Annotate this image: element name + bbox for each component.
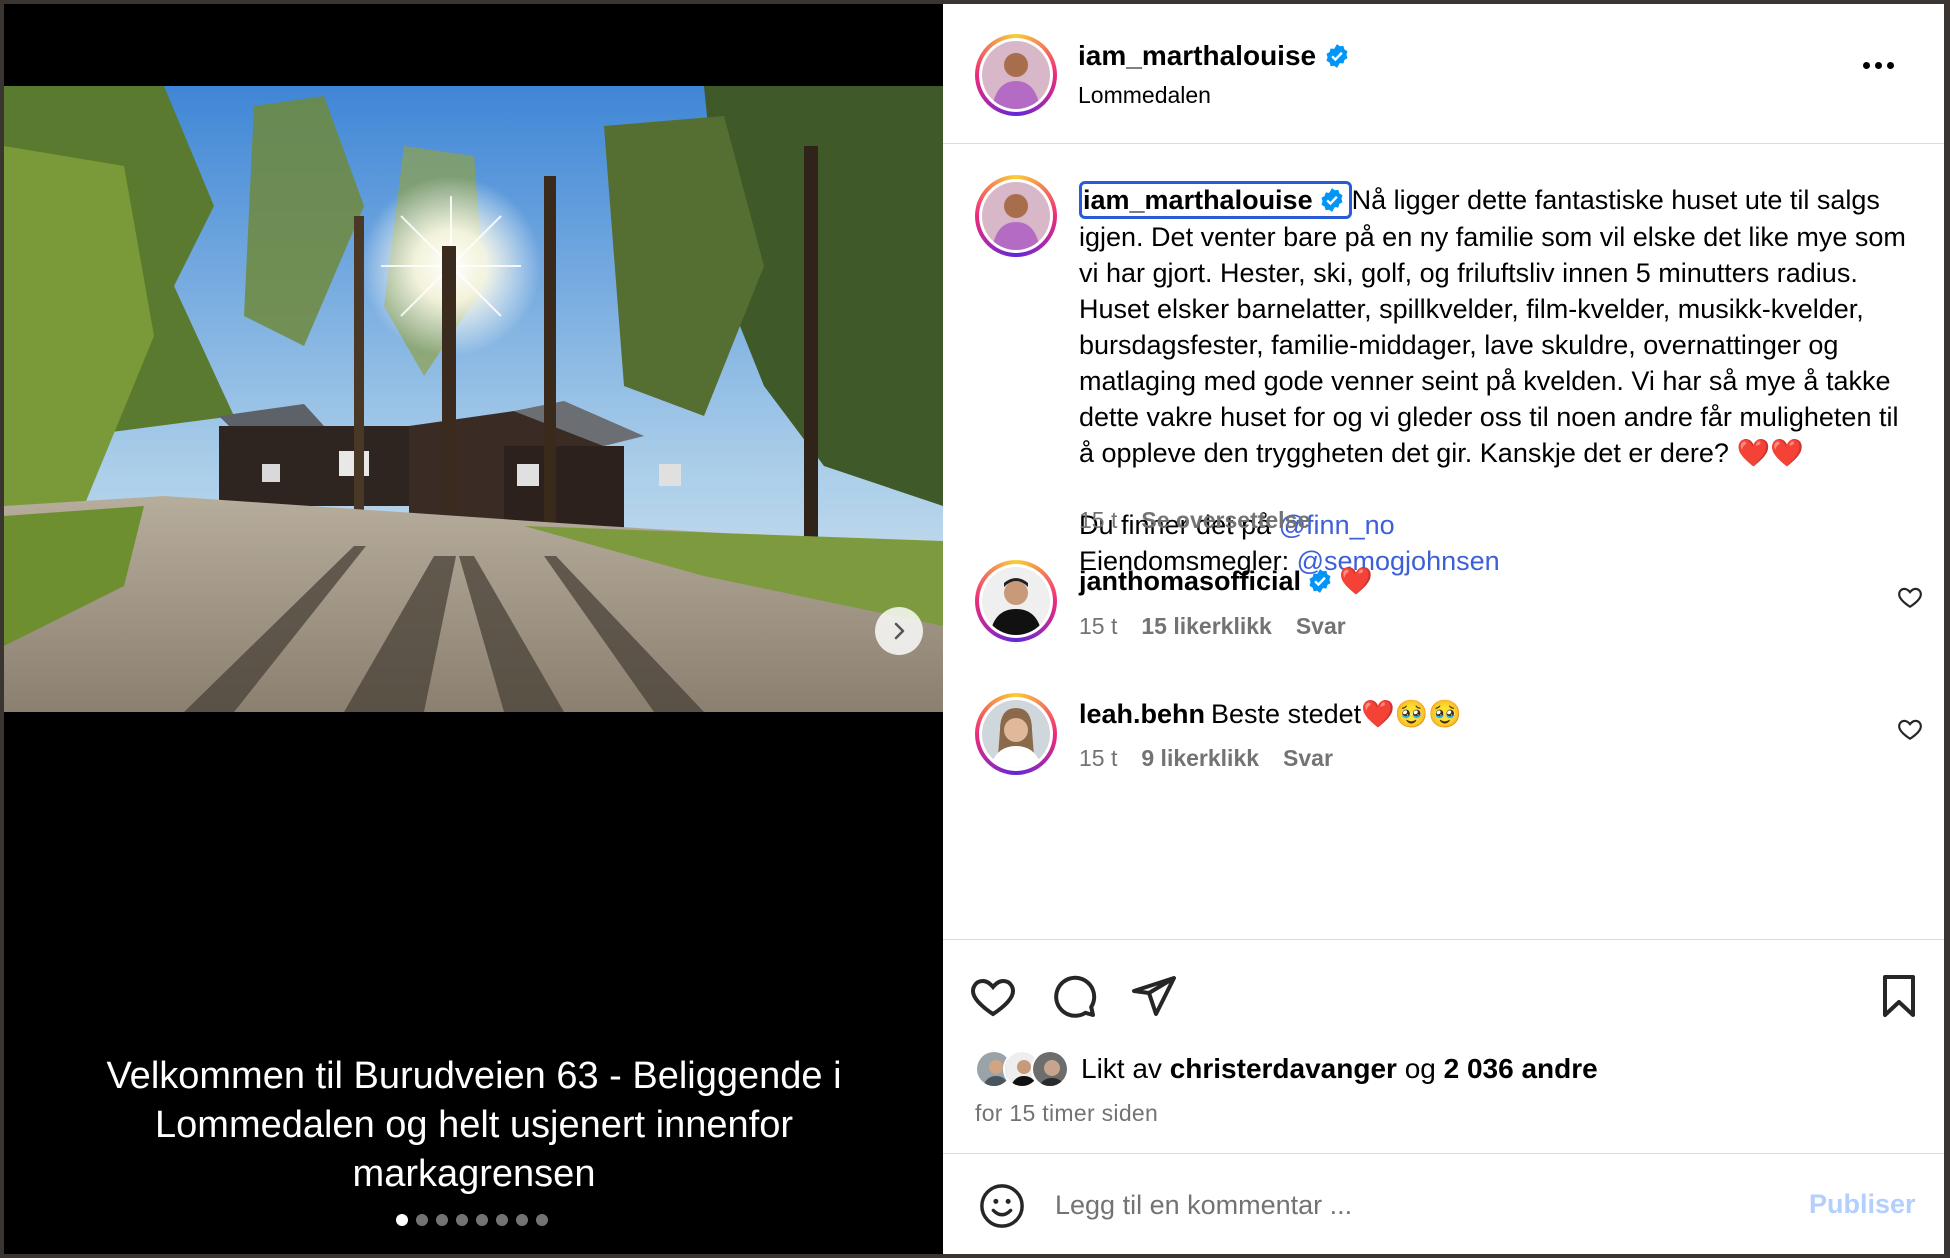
carousel-dot (436, 1214, 448, 1226)
verified-badge-icon (1326, 44, 1348, 68)
caption-body: Nå ligger dette fantastiske huset ute ti… (1079, 185, 1906, 468)
likes-others-count[interactable]: 2 036 andre (1444, 1053, 1598, 1084)
caption-author-username[interactable]: iam_marthalouise (1079, 181, 1352, 219)
caption-time[interactable]: 15 t (1079, 507, 1117, 534)
publish-button[interactable]: Publiser (1809, 1189, 1916, 1220)
author-avatar[interactable] (975, 34, 1057, 116)
carousel-dot (456, 1214, 468, 1226)
post-header: iam_marthalouise Lommedalen (943, 4, 1944, 144)
comment-bubble-icon[interactable] (1050, 972, 1098, 1020)
more-dots-icon (1875, 62, 1882, 69)
carousel-dot (516, 1214, 528, 1226)
media-pane: Velkommen til Burudveien 63 - Beliggende… (4, 4, 943, 1254)
comment-username[interactable]: janthomasofficial (1079, 563, 1301, 599)
post-location[interactable]: Lommedalen (1078, 82, 1211, 109)
reply-button[interactable]: Svar (1283, 745, 1333, 772)
caption-username-text[interactable]: iam_marthalouise (1083, 184, 1313, 216)
likes-text: Likt av christerdavanger og 2 036 andre (1081, 1053, 1598, 1085)
slide-caption-line: markagrensen (352, 1153, 596, 1195)
bookmark-icon[interactable] (1875, 972, 1923, 1020)
carousel-dot (396, 1214, 408, 1226)
caption-meta: 15 t Se oversettelse (1079, 507, 1310, 534)
comment-meta: 15 t 15 likerklikk Svar (1079, 613, 1346, 640)
comment-text: Beste stedet❤️🥹🥹 (1211, 699, 1462, 729)
more-dots-icon (1863, 62, 1870, 69)
comment-like-heart-icon[interactable] (1897, 584, 1923, 610)
verified-badge-icon (1309, 569, 1331, 593)
author-username-header[interactable]: iam_marthalouise (1078, 40, 1350, 72)
next-slide-button[interactable] (875, 607, 923, 655)
post-side-panel: iam_marthalouise Lommedalen iam_marthalo… (943, 4, 1944, 1254)
chevron-right-icon (894, 622, 905, 640)
comment-time[interactable]: 15 t (1079, 613, 1117, 640)
comment-meta: 15 t 9 likerklikk Svar (1079, 745, 1333, 772)
liker-avatar[interactable] (1031, 1050, 1069, 1088)
comment-time[interactable]: 15 t (1079, 745, 1117, 772)
more-dots-icon (1887, 62, 1894, 69)
comment-composer: Publiser (943, 1155, 1944, 1254)
post-actions: Likt av christerdavanger og 2 036 andre … (943, 939, 1944, 1154)
translate-button[interactable]: Se oversettelse (1141, 507, 1310, 534)
share-send-icon[interactable] (1130, 972, 1178, 1020)
comment-likes-count[interactable]: 9 likerklikk (1141, 745, 1259, 772)
reply-button[interactable]: Svar (1296, 613, 1346, 640)
more-options-button[interactable] (1863, 62, 1894, 69)
comment-text: ❤️ (1339, 566, 1373, 596)
caption-author-avatar[interactable] (975, 175, 1057, 257)
likes-prefix: Likt av (1081, 1053, 1170, 1084)
carousel-dot (476, 1214, 488, 1226)
slide-caption-line: Lommedalen og helt usjenert innenfor (155, 1104, 793, 1146)
liker-username[interactable]: christerdavanger (1170, 1053, 1397, 1084)
comment-username[interactable]: leah.behn (1079, 696, 1205, 732)
slide-caption: Velkommen til Burudveien 63 - Beliggende… (44, 1052, 904, 1199)
comment-avatar[interactable] (975, 693, 1057, 775)
author-username[interactable]: iam_marthalouise (1078, 40, 1316, 72)
post-timestamp[interactable]: for 15 timer siden (975, 1100, 1158, 1127)
carousel-dot (416, 1214, 428, 1226)
comment-likes-count[interactable]: 15 likerklikk (1141, 613, 1271, 640)
comments-section[interactable]: iam_marthalouise Nå ligger dette fantasti… (943, 145, 1944, 939)
carousel-dot (536, 1214, 548, 1226)
comment-like-heart-icon[interactable] (1897, 716, 1923, 742)
comment-line: janthomasofficial ❤️ (1079, 563, 1373, 599)
post-photo (4, 86, 943, 712)
verified-badge-icon (1321, 188, 1343, 212)
carousel-indicator (396, 1214, 548, 1226)
comment-line: leah.behn Beste stedet❤️🥹🥹 (1079, 696, 1462, 732)
comment-input[interactable] (1055, 1181, 1755, 1229)
likes-middle: og (1396, 1053, 1444, 1084)
instagram-post-modal: Velkommen til Burudveien 63 - Beliggende… (4, 4, 1944, 1254)
comment-avatar[interactable] (975, 560, 1057, 642)
emoji-smiley-icon[interactable] (979, 1183, 1025, 1229)
carousel-dot (496, 1214, 508, 1226)
slide-caption-line: Velkommen til Burudveien 63 - Beliggende… (106, 1055, 842, 1097)
like-heart-icon[interactable] (969, 972, 1017, 1020)
likes-summary: Likt av christerdavanger og 2 036 andre (975, 1050, 1598, 1088)
